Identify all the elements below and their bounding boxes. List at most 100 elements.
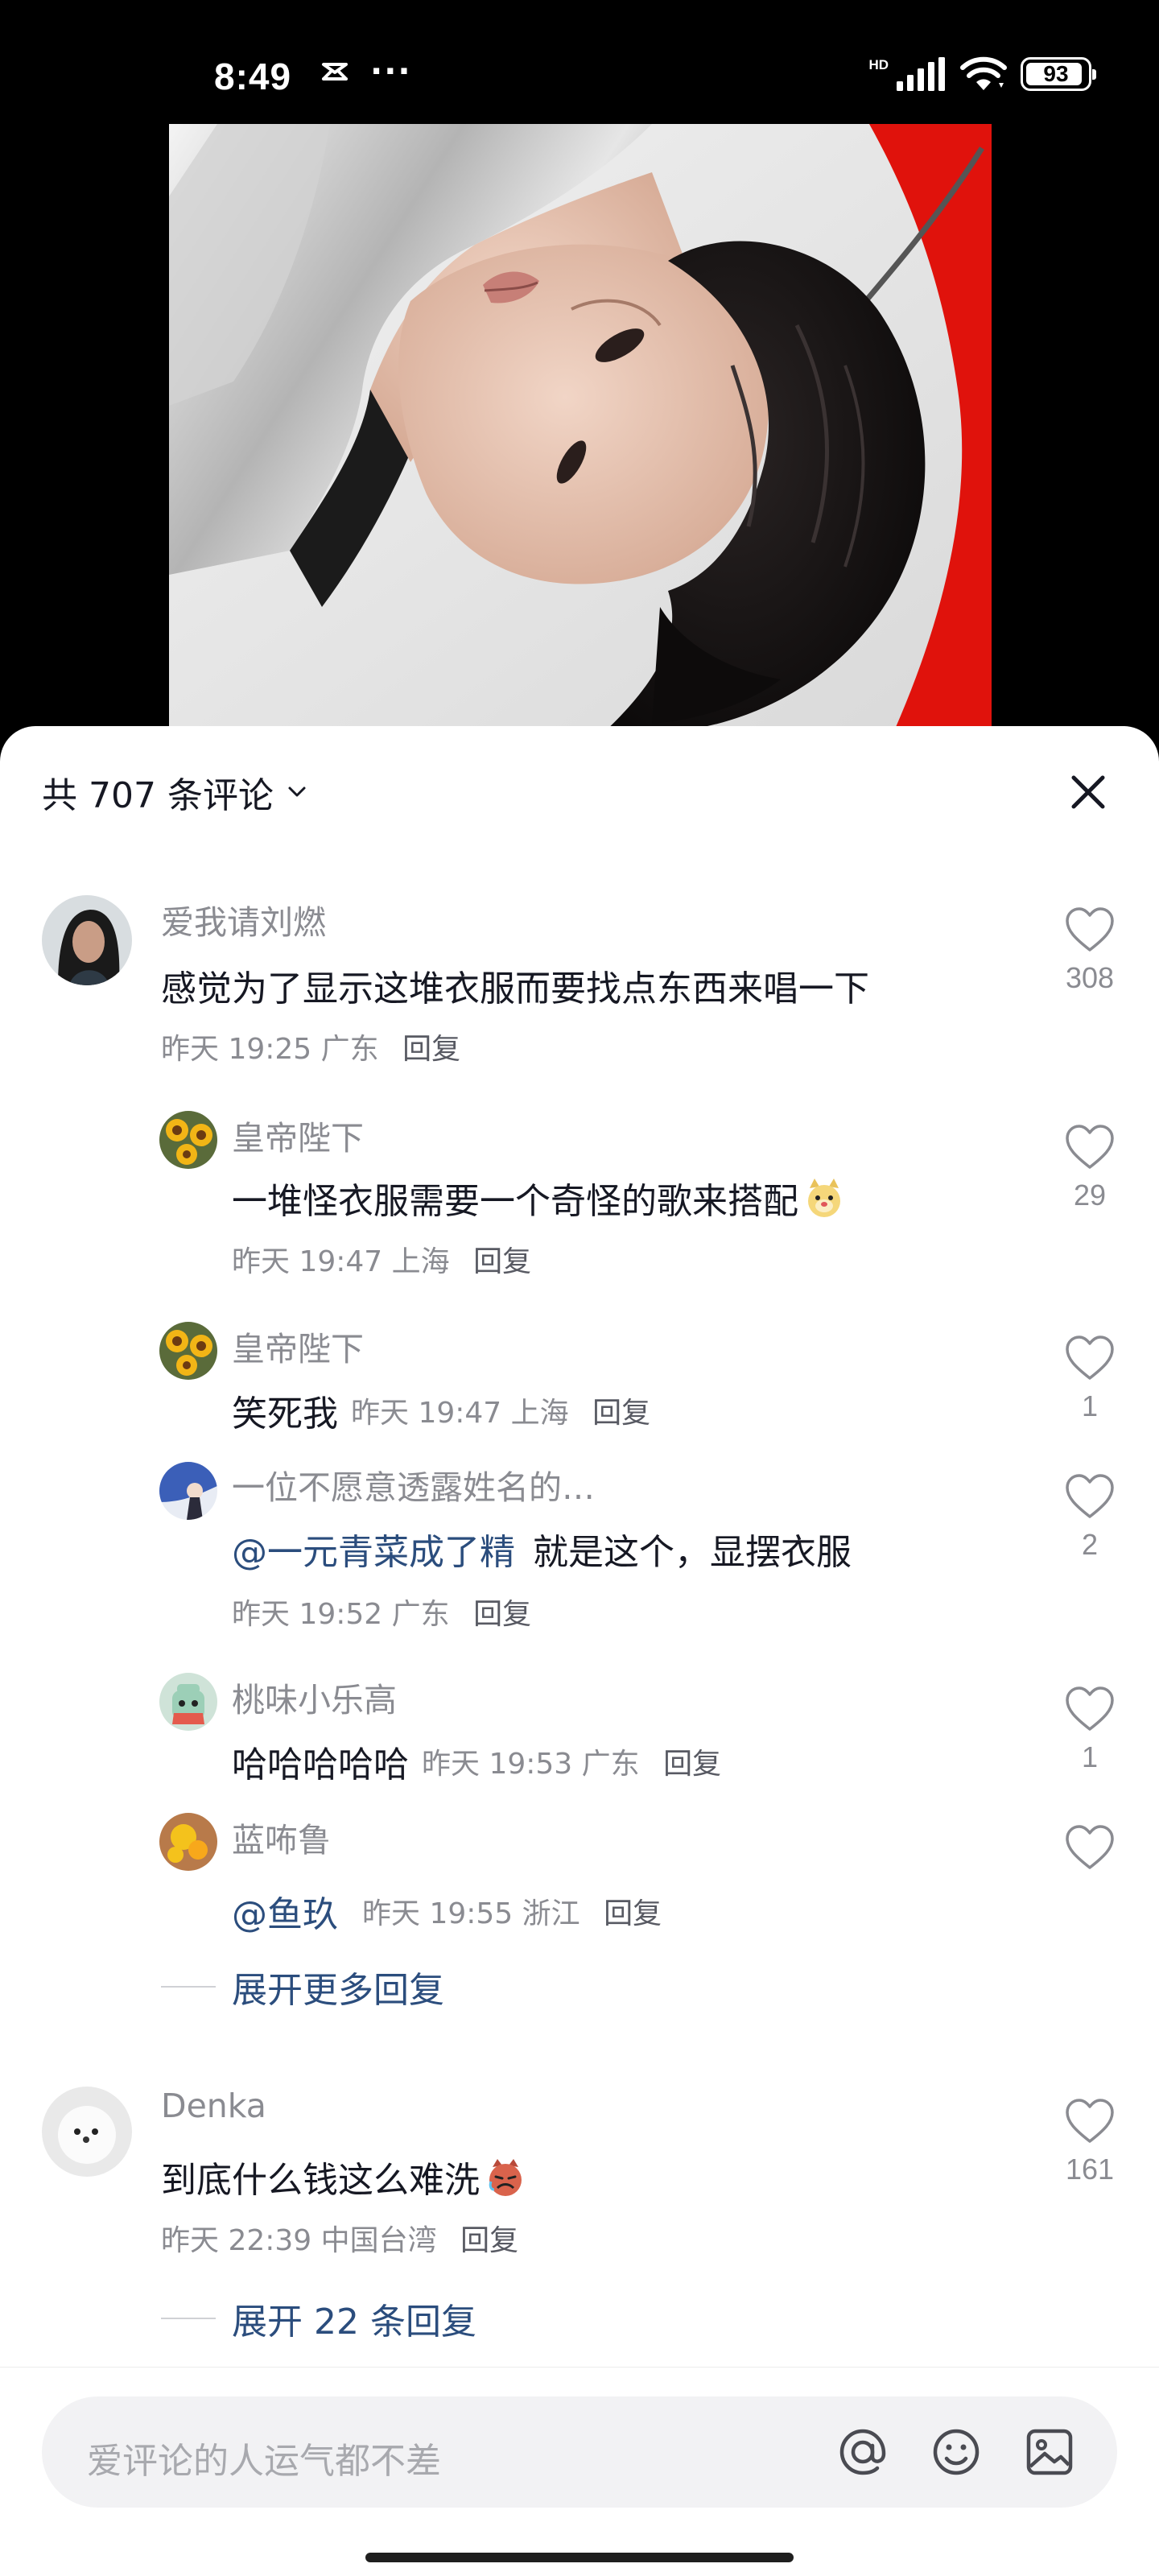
like-button[interactable]: 2: [1058, 1473, 1122, 1562]
comment-text-content: 哈哈哈哈哈: [232, 1744, 409, 1785]
image-icon[interactable]: [1021, 2423, 1079, 2481]
avatar-image: [159, 1813, 217, 1871]
avatar[interactable]: [159, 1111, 217, 1169]
heart-outline-icon: [1066, 1825, 1114, 1869]
video-photo[interactable]: [169, 124, 992, 733]
avatar[interactable]: [159, 1322, 217, 1380]
comment-text: 感觉为了显示这堆衣服而要找点东西来唱一下: [161, 960, 869, 1011]
comment-time: 昨天 19:47: [351, 1397, 502, 1430]
comment-username[interactable]: Denka: [161, 2087, 266, 2125]
mention-link[interactable]: @鱼玖: [232, 1885, 338, 1937]
like-button[interactable]: 1: [1058, 1686, 1122, 1774]
like-button[interactable]: 29: [1058, 1124, 1122, 1212]
comment-username[interactable]: 一位不愿意透露姓名的…: [232, 1460, 595, 1509]
like-button[interactable]: 161: [1058, 2098, 1122, 2186]
video-area[interactable]: [0, 121, 1159, 733]
avatar[interactable]: [159, 1813, 217, 1871]
status-more-icon: ···: [370, 53, 412, 90]
comment-location: 广东: [320, 1033, 379, 1066]
comment-username[interactable]: 皇帝陛下: [232, 1111, 364, 1159]
avatar[interactable]: [42, 2087, 132, 2177]
like-button[interactable]: 1: [1058, 1335, 1122, 1423]
comment-sheet-header: 共 707 条评论: [0, 726, 1159, 847]
comment-count-label: 共 707 条评论: [42, 775, 274, 816]
comment-location: 上海: [391, 1245, 450, 1278]
avatar-image: [159, 1111, 217, 1169]
comment-text: 笑死我 昨天 19:47 上海 回复: [232, 1385, 650, 1436]
like-count: 308: [1065, 961, 1115, 994]
comment-username[interactable]: 蓝咘鲁: [232, 1813, 331, 1861]
comment-meta: 昨天 19:52 广东 回复: [232, 1591, 531, 1633]
comment-text: @一元青菜成了精 就是这个，显摆衣服: [232, 1523, 852, 1575]
comment-text-content: 一堆怪衣服需要一个奇怪的歌来搭配: [232, 1181, 798, 1222]
status-time: 8:49: [214, 56, 292, 97]
avatar-image: [159, 1322, 217, 1380]
reply-button[interactable]: 回复: [604, 1897, 662, 1930]
avatar-image: [159, 1673, 217, 1731]
heart-outline-icon: [1066, 2099, 1114, 2143]
comment-meta: 昨天 19:47 上海 回复: [351, 1389, 650, 1431]
comment-meta: 昨天 19:25 广东 回复: [161, 1026, 460, 1067]
reply-button[interactable]: 回复: [592, 1397, 650, 1430]
comment-time: 昨天 19:47: [232, 1245, 383, 1278]
expand-more-replies-label: 展开更多回复: [232, 1970, 444, 2011]
notification-mail-icon: [322, 63, 348, 80]
comment-username[interactable]: 桃味小乐高: [232, 1673, 397, 1721]
comment-meta: 昨天 19:47 上海 回复: [232, 1238, 531, 1280]
expand-more-replies[interactable]: 展开更多回复: [161, 1961, 444, 2013]
heart-outline-icon: [1066, 907, 1114, 952]
wifi-icon: [960, 56, 1007, 90]
avatar[interactable]: [159, 1462, 217, 1520]
comment-time: 昨天 19:52: [232, 1598, 383, 1631]
crying-emoji-icon: [489, 2159, 522, 2196]
comment-time: 昨天 22:39: [161, 2224, 312, 2257]
comment-text-content: 到底什么钱这么难洗: [161, 2160, 480, 2201]
avatar[interactable]: [42, 895, 132, 985]
reply-button[interactable]: 回复: [473, 1245, 531, 1278]
like-count: 29: [1073, 1179, 1107, 1212]
avatar-image: [42, 2087, 132, 2177]
reply-button[interactable]: 回复: [473, 1598, 531, 1631]
comment-text-content: 感觉为了显示这堆衣服而要找点东西来唱一下: [161, 968, 869, 1009]
reply-button[interactable]: 回复: [663, 1748, 721, 1781]
comment-text-content: 笑死我: [232, 1393, 338, 1435]
network-type: HD: [868, 56, 889, 72]
smiley-icon[interactable]: [927, 2423, 985, 2481]
like-count: 2: [1081, 1528, 1099, 1561]
heart-outline-icon: [1066, 1125, 1114, 1169]
battery-cap: [1092, 69, 1096, 80]
comment-meta: 昨天 19:55 浙江 回复: [362, 1890, 662, 1932]
status-indicators: HD 93: [868, 56, 1096, 91]
close-icon[interactable]: [1062, 766, 1114, 818]
comment-meta: 昨天 22:39 中国台湾 回复: [161, 2217, 518, 2259]
comment-time: 昨天 19:55: [362, 1897, 514, 1930]
mention-link[interactable]: @一元青菜成了精: [232, 1523, 515, 1575]
divider: [161, 1986, 216, 1988]
comment-username[interactable]: 爱我请刘燃: [161, 895, 326, 943]
avatar-image: [42, 895, 132, 985]
like-button[interactable]: [1058, 1824, 1122, 1879]
expand-replies[interactable]: 展开 22 条回复: [161, 2293, 476, 2344]
chevron-down-icon: [288, 786, 306, 797]
signal-icon: [897, 57, 945, 91]
comment-count-sort[interactable]: 共 707 条评论: [42, 766, 309, 818]
video-frame-image: [169, 124, 992, 733]
comment-username[interactable]: 皇帝陛下: [232, 1322, 364, 1370]
like-count: 1: [1081, 1740, 1099, 1773]
like-button[interactable]: 308: [1058, 906, 1122, 995]
comment-input[interactable]: 爱评论的人运气都不差: [42, 2396, 1117, 2508]
heart-outline-icon: [1066, 1335, 1114, 1380]
comment-text: 哈哈哈哈哈 昨天 19:53 广东 回复: [232, 1736, 721, 1787]
comment-time: 昨天 19:25: [161, 1033, 312, 1066]
expand-replies-label: 展开 22 条回复: [232, 2301, 476, 2343]
reply-button[interactable]: 回复: [402, 1033, 460, 1066]
dog-emoji-icon: [808, 1179, 840, 1217]
comment-text: @鱼玖 昨天 19:55 浙江 回复: [232, 1885, 662, 1937]
comment-text-content: 就是这个，显摆衣服: [533, 1532, 852, 1573]
at-icon[interactable]: [834, 2423, 892, 2481]
comment-location: 广东: [581, 1748, 640, 1781]
avatar[interactable]: [159, 1673, 217, 1731]
reply-button[interactable]: 回复: [460, 2224, 518, 2257]
home-indicator[interactable]: [365, 2553, 794, 2562]
comment-location: 中国台湾: [320, 2224, 437, 2257]
